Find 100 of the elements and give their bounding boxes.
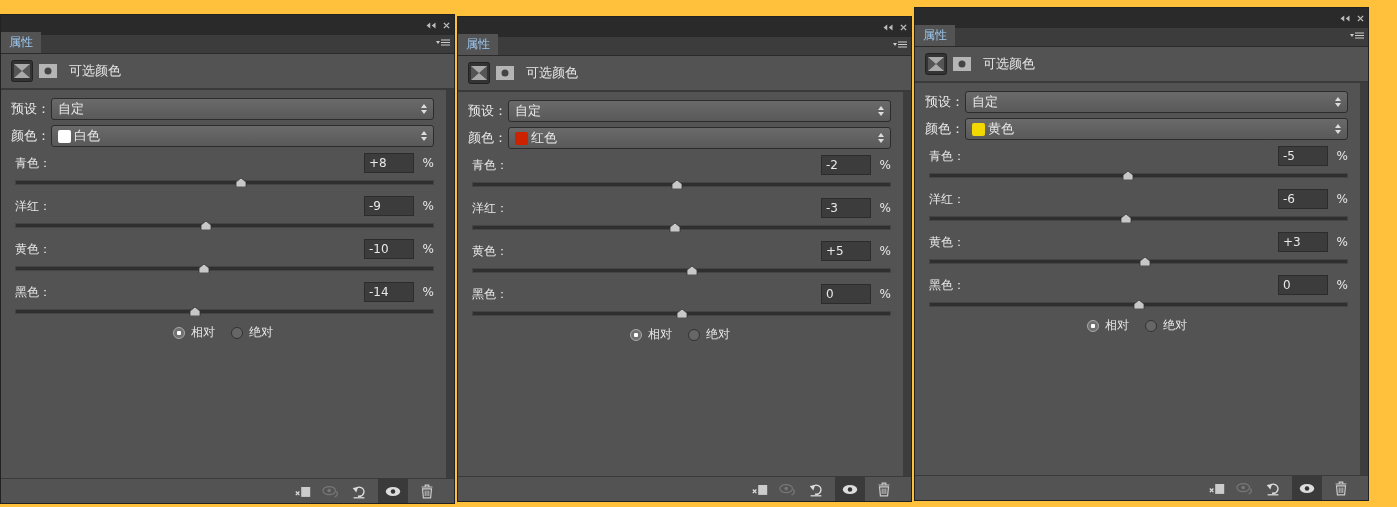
slider-track[interactable] xyxy=(929,173,1348,178)
value-field[interactable]: +8 xyxy=(364,153,414,173)
close-icon[interactable] xyxy=(1357,14,1364,22)
percent-label: % xyxy=(421,199,434,213)
layer-mask-icon[interactable] xyxy=(496,66,514,80)
reset-icon[interactable] xyxy=(350,483,368,499)
slider-thumb[interactable] xyxy=(197,264,210,273)
radio-button[interactable] xyxy=(230,326,243,339)
radio-button[interactable] xyxy=(1144,319,1157,332)
slider-track[interactable] xyxy=(929,259,1348,264)
radio-label[interactable]: 绝对 xyxy=(1162,317,1187,334)
slider-track[interactable] xyxy=(15,180,434,185)
reset-icon[interactable] xyxy=(1264,480,1282,496)
adjustment-title: 可选颜色 xyxy=(526,64,578,82)
properties-tab[interactable]: 属性 xyxy=(458,34,498,55)
preset-dropdown[interactable]: 自定 xyxy=(965,91,1348,113)
radio-label[interactable]: 相对 xyxy=(1104,317,1129,334)
slider-track[interactable] xyxy=(472,268,891,273)
value-field[interactable]: +3 xyxy=(1278,232,1328,252)
slider-track[interactable] xyxy=(929,216,1348,221)
radio-label[interactable]: 相对 xyxy=(190,324,215,341)
radio-label[interactable]: 绝对 xyxy=(705,326,730,343)
dropdown-arrows-icon xyxy=(878,106,884,116)
value-field[interactable]: -10 xyxy=(364,239,414,259)
slider-track[interactable] xyxy=(15,309,434,314)
slider-thumb[interactable] xyxy=(669,223,682,232)
color-dropdown[interactable]: 黄色 xyxy=(965,118,1348,140)
panel-menu-icon[interactable] xyxy=(1350,32,1364,40)
adjustment-layer-icon[interactable] xyxy=(11,60,33,82)
slider-track[interactable] xyxy=(472,182,891,187)
color-dropdown[interactable]: 白色 xyxy=(51,125,434,147)
layer-mask-icon[interactable] xyxy=(953,57,971,71)
percent-label: % xyxy=(878,287,891,301)
slider-thumb[interactable] xyxy=(675,309,688,318)
slider-thumb[interactable] xyxy=(1122,171,1135,180)
slider-label: 洋红： xyxy=(15,197,52,215)
collapse-icon[interactable] xyxy=(425,21,437,29)
slider-thumb[interactable] xyxy=(235,178,248,187)
slider-track[interactable] xyxy=(15,266,434,271)
adjustment-layer-icon[interactable] xyxy=(468,62,490,84)
visibility-toggle[interactable] xyxy=(378,479,408,503)
slider-thumb[interactable] xyxy=(1132,300,1145,309)
value-field[interactable]: 0 xyxy=(1278,275,1328,295)
slider-track[interactable] xyxy=(472,225,891,230)
slider-label: 洋红： xyxy=(929,190,966,208)
scrollbar[interactable] xyxy=(903,92,911,476)
value-field[interactable]: 0 xyxy=(821,284,871,304)
visibility-toggle[interactable] xyxy=(835,477,865,501)
value-field[interactable]: -3 xyxy=(821,198,871,218)
value-field[interactable]: -14 xyxy=(364,282,414,302)
slider-track[interactable] xyxy=(472,311,891,316)
adjustment-title: 可选颜色 xyxy=(69,62,121,80)
preset-dropdown[interactable]: 自定 xyxy=(51,98,434,120)
radio-label[interactable]: 绝对 xyxy=(248,324,273,341)
value-field[interactable]: -2 xyxy=(821,155,871,175)
slider-thumb[interactable] xyxy=(685,266,698,275)
percent-label: % xyxy=(878,158,891,172)
dropdown-arrows-icon xyxy=(878,133,884,143)
close-icon[interactable] xyxy=(900,23,907,31)
collapse-icon[interactable] xyxy=(882,23,894,31)
radio-label[interactable]: 相对 xyxy=(647,326,672,343)
slider-thumb[interactable] xyxy=(199,221,212,230)
slider-thumb[interactable] xyxy=(189,307,202,316)
slider-label: 黄色： xyxy=(472,242,509,260)
scrollbar[interactable] xyxy=(1360,83,1368,475)
dropdown-arrows-icon xyxy=(1335,97,1341,107)
radio-button[interactable] xyxy=(172,326,185,339)
radio-button[interactable] xyxy=(629,328,642,341)
slider-track[interactable] xyxy=(929,302,1348,307)
reset-icon[interactable] xyxy=(807,481,825,497)
color-label: 颜色： xyxy=(11,127,45,145)
preset-dropdown[interactable]: 自定 xyxy=(508,100,891,122)
collapse-icon[interactable] xyxy=(1339,14,1351,22)
panel-menu-icon[interactable] xyxy=(436,39,450,47)
adjustment-layer-icon[interactable] xyxy=(925,53,947,75)
preset-label: 预设： xyxy=(11,100,45,118)
slider-thumb[interactable] xyxy=(1120,214,1132,223)
percent-label: % xyxy=(421,242,434,256)
value-field[interactable]: -6 xyxy=(1278,189,1328,209)
radio-button[interactable] xyxy=(687,328,700,341)
panel-menu-icon[interactable] xyxy=(893,41,907,49)
slider-label: 黑色： xyxy=(929,276,966,294)
scrollbar[interactable] xyxy=(446,90,454,478)
layer-mask-icon[interactable] xyxy=(39,64,57,78)
preset-label: 预设： xyxy=(925,93,959,111)
value-field[interactable]: +5 xyxy=(821,241,871,261)
radio-button[interactable] xyxy=(1086,319,1099,332)
slider-track[interactable] xyxy=(15,223,434,228)
close-icon[interactable] xyxy=(443,21,450,29)
value-field[interactable]: -5 xyxy=(1278,146,1328,166)
percent-label: % xyxy=(1335,192,1348,206)
slider-thumb[interactable] xyxy=(1138,257,1151,266)
properties-tab[interactable]: 属性 xyxy=(915,25,955,46)
slider-label: 黄色： xyxy=(929,233,966,251)
visibility-toggle[interactable] xyxy=(1292,476,1322,500)
value-field[interactable]: -9 xyxy=(364,196,414,216)
adjustment-title: 可选颜色 xyxy=(983,55,1035,73)
slider-thumb[interactable] xyxy=(671,180,684,189)
color-dropdown[interactable]: 红色 xyxy=(508,127,891,149)
properties-tab[interactable]: 属性 xyxy=(1,32,41,53)
